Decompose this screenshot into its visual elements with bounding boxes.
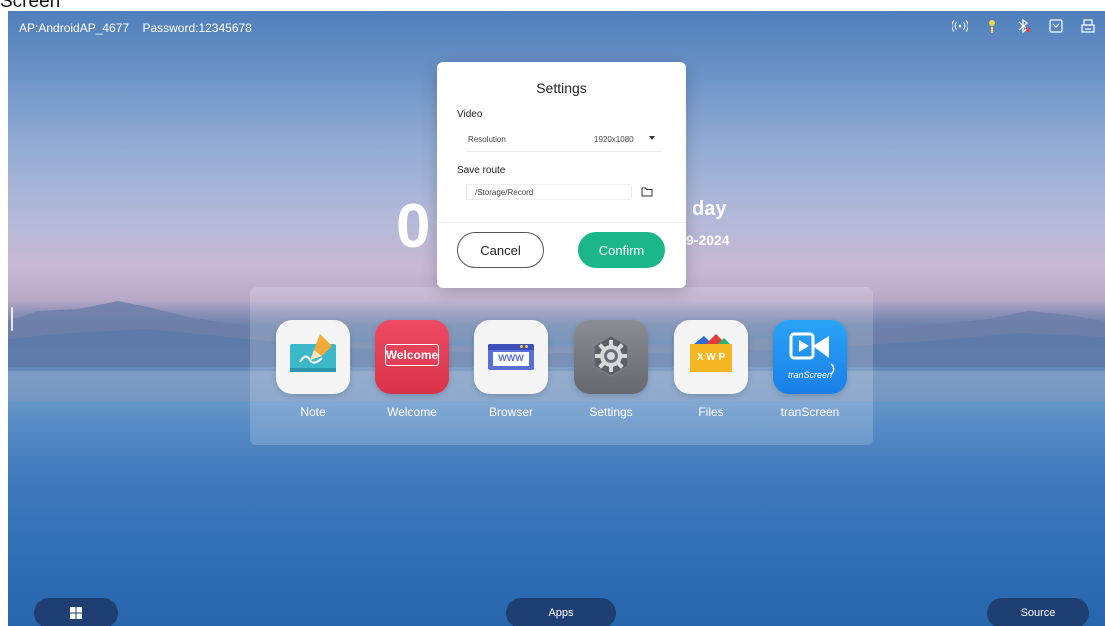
bluetooth-off-icon[interactable] [1015,17,1033,35]
files-icon: X W P [674,320,748,394]
app-label: tranScreen [780,405,840,419]
app-browser[interactable]: WWW Browser [474,320,548,419]
divider [466,151,662,152]
app-label: Files [698,405,724,419]
folder-icon[interactable] [641,186,653,197]
brightness-icon[interactable] [983,17,1001,35]
apps-button[interactable]: Apps [506,598,616,626]
side-edge-handle[interactable] [11,307,13,331]
resolution-label: Resolution [468,135,506,144]
app-dock: Note Welcome Welcome WWW Browser Setting… [250,287,873,445]
printer-icon[interactable] [1079,17,1097,35]
confirm-button[interactable]: Confirm [578,232,665,268]
files-icon-text: X W P [696,352,726,363]
cancel-button[interactable]: Cancel [457,232,544,268]
date-text: 9-2024 [686,232,730,248]
note-icon [276,320,350,394]
browser-icon-text: WWW [498,353,524,363]
welcome-icon-text: Welcome [385,348,439,362]
resolution-dropdown[interactable]: 1920x1080 [587,130,665,148]
settings-gear-icon [574,320,648,394]
hotspot-info: AP:AndroidAP_4677 Password:12345678 [19,21,262,35]
save-route-section-label: Save route [457,165,506,176]
status-icons [951,17,1097,35]
source-button[interactable]: Source [987,598,1089,626]
divider [437,222,686,223]
video-section-label: Video [457,109,483,120]
resolution-value: 1920x1080 [594,135,634,144]
weekday-text: day [692,198,727,220]
app-label: Settings [589,405,633,419]
clock-time: 0 [396,192,431,261]
app-label: Welcome [387,405,437,419]
app-settings[interactable]: Settings [574,320,648,419]
app-label: Browser [488,405,533,419]
ap-password: Password:12345678 [142,21,252,35]
app-note[interactable]: Note [276,320,350,419]
transcreen-icon: tranScreen [773,320,847,394]
ap-name: AP:AndroidAP_4677 [19,21,130,35]
browser-icon: WWW [474,320,548,394]
app-label: Note [300,405,326,419]
android-home-screen: AP:AndroidAP_4677 Password:12345678 0 da… [8,11,1105,626]
transcreen-icon-text: tranScreen [787,370,833,380]
app-transcreen[interactable]: tranScreen tranScreen [773,320,847,419]
app-files[interactable]: X W P Files [674,320,748,419]
app-welcome[interactable]: Welcome Welcome [375,320,449,419]
chevron-down-icon [649,136,655,140]
dialog-title: Settings [536,80,587,96]
windows-icon [70,607,82,619]
start-button[interactable] [34,598,118,626]
settings-dialog: Settings Video Resolution 1920x1080 Save… [437,62,686,288]
save-route-input[interactable]: /Storage/Record [466,184,632,200]
hotspot-icon[interactable] [951,17,969,35]
screen-icon[interactable] [1047,17,1065,35]
welcome-icon: Welcome [375,320,449,394]
